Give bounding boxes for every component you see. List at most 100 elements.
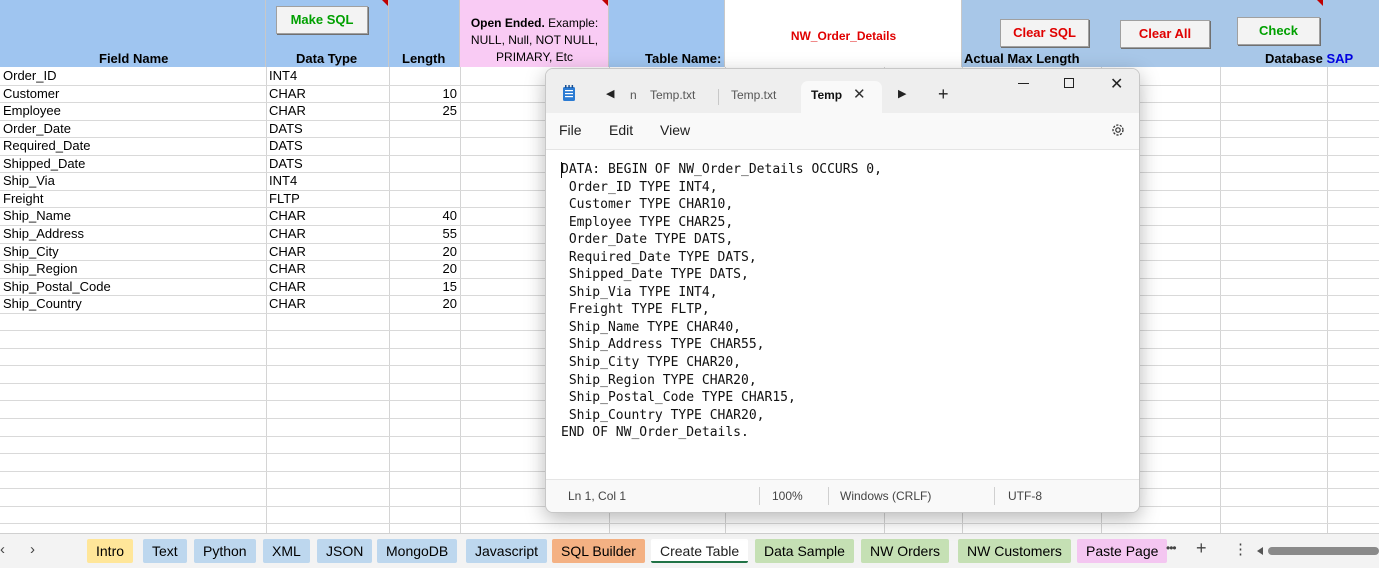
menu-edit[interactable]: Edit bbox=[609, 122, 633, 138]
sheet-tab-xml[interactable]: XML bbox=[263, 539, 310, 563]
more-tabs-icon[interactable]: ••• bbox=[1166, 541, 1177, 555]
open-ended-note: Open Ended. Example: NULL, Null, NOT NUL… bbox=[464, 15, 605, 66]
header-open-ended[interactable]: Open Ended. Example: NULL, Null, NOT NUL… bbox=[460, 0, 609, 67]
sheet-tab-nw-customers[interactable]: NW Customers bbox=[958, 539, 1071, 563]
length-cell[interactable] bbox=[389, 137, 457, 154]
sheet-tab-paste-page[interactable]: Paste Page bbox=[1077, 539, 1168, 563]
length-cell[interactable]: 55 bbox=[389, 225, 457, 242]
notepad-titlebar[interactable]: ◀ n Temp.txt Temp.txt Temp ✕ ▶ + ✕ bbox=[546, 69, 1139, 113]
database-value: SAP bbox=[1326, 51, 1354, 66]
tab-scroll-right-icon[interactable]: ▶ bbox=[898, 87, 906, 100]
field-name-cell[interactable]: Ship_Address bbox=[3, 225, 263, 242]
notepad-text-area[interactable]: DATA: BEGIN OF NW_Order_Details OCCURS 0… bbox=[546, 149, 1139, 479]
scroll-tabs-right-icon[interactable]: › bbox=[30, 541, 35, 558]
table-name-label: Table Name: bbox=[645, 51, 722, 66]
length-cell[interactable]: 25 bbox=[389, 102, 457, 119]
data-type-cell[interactable]: CHAR bbox=[269, 295, 387, 312]
sheet-tab-intro[interactable]: Intro bbox=[87, 539, 134, 563]
data-type-cell[interactable]: CHAR bbox=[269, 278, 387, 295]
database-label: Database SAP bbox=[1265, 51, 1353, 66]
field-name-cell[interactable]: Ship_Region bbox=[3, 260, 263, 277]
menu-file[interactable]: File bbox=[559, 122, 582, 138]
comment-indicator bbox=[382, 0, 388, 6]
clear-all-button[interactable]: Clear All bbox=[1120, 20, 1210, 48]
sheet-tab-text[interactable]: Text bbox=[143, 539, 187, 563]
data-type-cell[interactable]: CHAR bbox=[269, 85, 387, 102]
data-type-cell[interactable]: DATS bbox=[269, 155, 387, 172]
field-name-cell[interactable]: Employee bbox=[3, 102, 263, 119]
header-table-name[interactable]: Table Name: bbox=[609, 0, 725, 67]
data-type-cell[interactable]: DATS bbox=[269, 120, 387, 137]
field-name-cell[interactable]: Ship_Name bbox=[3, 207, 263, 224]
sheet-tab-create-table[interactable]: Create Table bbox=[651, 539, 749, 563]
clear-sql-button[interactable]: Clear SQL bbox=[1000, 19, 1089, 47]
close-tab-icon[interactable]: ✕ bbox=[853, 81, 866, 109]
field-name-cell[interactable]: Order_Date bbox=[3, 120, 263, 137]
menu-view[interactable]: View bbox=[660, 122, 690, 138]
data-type-cell[interactable]: INT4 bbox=[269, 67, 387, 84]
field-name-cell[interactable]: Ship_City bbox=[3, 243, 263, 260]
header-actions[interactable]: Clear SQL Clear All Check Actual Max Len… bbox=[962, 0, 1379, 67]
sheet-tab-javascript[interactable]: Javascript bbox=[466, 539, 548, 563]
notepad-content[interactable]: DATA: BEGIN OF NW_Order_Details OCCURS 0… bbox=[561, 161, 882, 442]
sheet-tab-sql-builder[interactable]: SQL Builder bbox=[552, 539, 645, 563]
table-name-cell[interactable]: NW_Order_Details bbox=[725, 0, 962, 67]
field-name-cell[interactable]: Freight bbox=[3, 190, 263, 207]
length-cell[interactable]: 20 bbox=[389, 260, 457, 277]
data-type-cell[interactable]: CHAR bbox=[269, 102, 387, 119]
notepad-tab-2[interactable]: Temp.txt bbox=[731, 81, 776, 113]
length-cell[interactable] bbox=[389, 190, 457, 207]
field-name-cell[interactable]: Ship_Country bbox=[3, 295, 263, 312]
field-name-cell[interactable]: Required_Date bbox=[3, 137, 263, 154]
check-button[interactable]: Check bbox=[1237, 17, 1320, 45]
notepad-window[interactable]: ◀ n Temp.txt Temp.txt Temp ✕ ▶ + ✕ File … bbox=[545, 68, 1140, 513]
notepad-tab-active[interactable]: Temp ✕ bbox=[801, 81, 882, 113]
scroll-tabs-left-icon[interactable]: ‹ bbox=[0, 541, 5, 558]
field-name-cell[interactable]: Ship_Postal_Code bbox=[3, 278, 263, 295]
add-sheet-icon[interactable]: + bbox=[1196, 538, 1207, 559]
sheet-tab-data-sample[interactable]: Data Sample bbox=[755, 539, 854, 563]
header-data-type-label: Data Type bbox=[296, 51, 358, 66]
data-type-cell[interactable]: INT4 bbox=[269, 172, 387, 189]
scroll-left-icon[interactable] bbox=[1257, 547, 1263, 555]
sheet-tab-python[interactable]: Python bbox=[194, 539, 256, 563]
header-data-type[interactable]: Make SQL Data Type bbox=[266, 0, 389, 67]
minimize-icon[interactable] bbox=[1018, 83, 1029, 84]
data-type-cell[interactable]: CHAR bbox=[269, 243, 387, 260]
sheet-tab-mongodb[interactable]: MongoDB bbox=[377, 539, 458, 563]
length-cell[interactable] bbox=[389, 172, 457, 189]
length-cell[interactable]: 20 bbox=[389, 295, 457, 312]
data-type-cell[interactable]: CHAR bbox=[269, 260, 387, 277]
notepad-menubar: File Edit View bbox=[546, 113, 1139, 149]
notepad-tab-1[interactable]: n Temp.txt bbox=[630, 81, 695, 113]
sheet-tab-nw-orders[interactable]: NW Orders bbox=[861, 539, 949, 563]
field-name-cell[interactable]: Order_ID bbox=[3, 67, 263, 84]
field-name-cell[interactable]: Ship_Via bbox=[3, 172, 263, 189]
new-tab-icon[interactable]: + bbox=[938, 84, 949, 105]
header-field-name[interactable]: Field Name bbox=[0, 0, 266, 67]
length-cell[interactable]: 40 bbox=[389, 207, 457, 224]
settings-gear-icon[interactable] bbox=[1110, 122, 1126, 138]
horizontal-scrollbar[interactable] bbox=[1268, 547, 1379, 555]
tab-scroll-left-icon[interactable]: ◀ bbox=[606, 87, 614, 100]
notepad-tab-2-label: Temp.txt bbox=[731, 88, 777, 102]
data-type-cell[interactable]: DATS bbox=[269, 137, 387, 154]
field-name-cell[interactable]: Shipped_Date bbox=[3, 155, 263, 172]
make-sql-button[interactable]: Make SQL bbox=[276, 6, 368, 34]
data-type-cell[interactable]: FLTP bbox=[269, 190, 387, 207]
length-cell[interactable] bbox=[389, 67, 457, 84]
sheet-tab-json[interactable]: JSON bbox=[317, 539, 373, 563]
maximize-icon[interactable] bbox=[1064, 78, 1074, 88]
data-type-cell[interactable]: CHAR bbox=[269, 225, 387, 242]
length-cell[interactable] bbox=[389, 155, 457, 172]
options-icon[interactable]: ⋮ bbox=[1233, 540, 1248, 558]
data-type-cell[interactable]: CHAR bbox=[269, 207, 387, 224]
header-length[interactable]: Length bbox=[389, 0, 460, 67]
length-cell[interactable]: 10 bbox=[389, 85, 457, 102]
comment-indicator bbox=[1317, 0, 1323, 6]
length-cell[interactable]: 20 bbox=[389, 243, 457, 260]
field-name-cell[interactable]: Customer bbox=[3, 85, 263, 102]
length-cell[interactable]: 15 bbox=[389, 278, 457, 295]
close-window-icon[interactable]: ✕ bbox=[1110, 74, 1123, 94]
length-cell[interactable] bbox=[389, 120, 457, 137]
